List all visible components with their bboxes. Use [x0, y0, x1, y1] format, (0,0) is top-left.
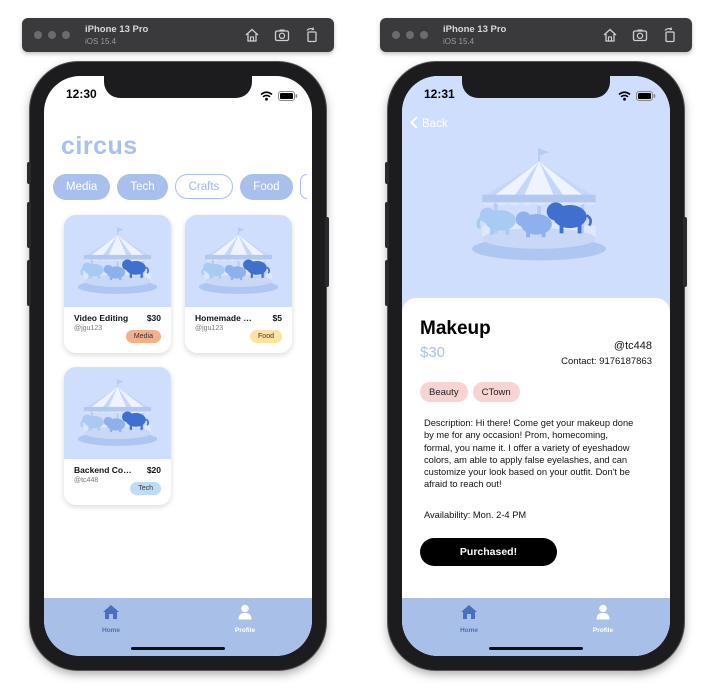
- home-indicator[interactable]: [489, 647, 583, 650]
- listing-title: Video Editing: [74, 313, 129, 323]
- listing-availability: Availability: Mon. 2-4 PM: [424, 510, 527, 520]
- detail-screen: 12:31 Back Makeup $30 @tc448 Contact: 91…: [402, 76, 670, 656]
- listing-tag: Tech: [130, 482, 161, 495]
- home-button-icon[interactable]: [244, 27, 260, 48]
- listing-tag: Media: [125, 330, 161, 343]
- listing-title: Makeup: [420, 318, 491, 339]
- screenshot-icon[interactable]: [632, 27, 648, 48]
- home-button-icon[interactable]: [602, 27, 618, 48]
- back-button[interactable]: Back: [410, 116, 448, 132]
- screenshot-icon[interactable]: [274, 27, 290, 48]
- category-chip-food[interactable]: Food: [240, 174, 293, 200]
- listing-price: $20: [146, 465, 161, 475]
- listing-title: Backend Cours...: [74, 465, 136, 475]
- tab-profile[interactable]: Profile: [215, 604, 275, 634]
- tab-home[interactable]: Home: [81, 604, 141, 634]
- listing-contact: Contact: 9176187863: [561, 356, 652, 367]
- listing-description: Description: Hi there! Come get your mak…: [424, 418, 634, 490]
- tab-home-label: Home: [101, 627, 121, 634]
- status-time: 12:31: [424, 87, 455, 101]
- wifi-icon: [260, 88, 273, 106]
- simulator-toolbar: iPhone 13 Pro iOS 15.4: [380, 18, 692, 52]
- carousel-image: [64, 215, 171, 307]
- listing-price: $30: [420, 344, 446, 361]
- category-chip-more[interactable]: [299, 174, 307, 199]
- house-icon: [102, 605, 120, 624]
- status-bar: 12:31: [402, 84, 670, 104]
- back-label: Back: [422, 118, 448, 130]
- listing-user: @tc448: [74, 477, 99, 484]
- person-icon: [595, 604, 611, 624]
- category-chip-media[interactable]: Media: [53, 174, 111, 200]
- simulator-device-name: iPhone 13 Pro: [443, 24, 507, 35]
- battery-icon: [636, 88, 656, 106]
- app-logo: circus: [61, 132, 138, 160]
- status-bar: 12:30: [44, 84, 312, 104]
- listing-hero-image: [402, 76, 670, 316]
- rotate-icon[interactable]: [304, 27, 320, 48]
- listing-card[interactable]: Backend Cours... $20 @tc448 Tech: [64, 367, 171, 505]
- tab-profile-label: Profile: [592, 627, 614, 634]
- battery-icon: [278, 88, 298, 106]
- listing-card[interactable]: Video Editing $30 @jgu123 Media: [64, 215, 171, 353]
- simulator-os-version: iOS 15.4: [85, 37, 117, 46]
- simulator-os-version: iOS 15.4: [443, 37, 475, 46]
- listing-user[interactable]: @tc448: [614, 340, 652, 352]
- tab-bar: Home Profile: [402, 598, 670, 656]
- tag-beauty: Beauty: [420, 382, 468, 402]
- home-screen: 12:30 circus Media Tech Crafts Food Vide…: [44, 76, 312, 656]
- simulator-toolbar: iPhone 13 Pro iOS 15.4: [22, 18, 334, 52]
- listing-title: Homemade Co...: [195, 313, 257, 323]
- tab-bar: Home Profile: [44, 598, 312, 656]
- status-time: 12:30: [66, 87, 97, 101]
- tab-profile-label: Profile: [234, 627, 256, 634]
- phone-frame: 12:30 circus Media Tech Crafts Food Vide…: [27, 62, 329, 670]
- category-chip-crafts[interactable]: Crafts: [174, 174, 234, 199]
- listing-price: $5: [272, 313, 282, 323]
- simulator-device-name: iPhone 13 Pro: [85, 24, 149, 35]
- window-controls[interactable]: [392, 31, 428, 39]
- category-filter: Media Tech Crafts Food: [53, 174, 307, 202]
- listing-tag: Food: [250, 330, 282, 343]
- house-icon: [460, 605, 478, 624]
- listing-tags: Beauty CTown: [420, 382, 520, 402]
- phone-frame: 12:31 Back Makeup $30 @tc448 Contact: 91…: [385, 62, 687, 670]
- rotate-icon[interactable]: [662, 27, 678, 48]
- carousel-image: [64, 367, 171, 459]
- listing-user: @jgu123: [74, 325, 103, 332]
- listing-user: @jgu123: [195, 325, 224, 332]
- person-icon: [237, 604, 253, 624]
- listing-card[interactable]: Homemade Co... $5 @jgu123 Food: [185, 215, 292, 353]
- listing-price: $30: [146, 313, 161, 323]
- window-controls[interactable]: [34, 31, 70, 39]
- tab-home[interactable]: Home: [439, 604, 499, 634]
- purchased-button[interactable]: Purchased!: [420, 538, 557, 566]
- category-chip-tech[interactable]: Tech: [117, 174, 168, 200]
- tag-ctown: CTown: [472, 382, 520, 402]
- carousel-image: [185, 215, 292, 307]
- home-indicator[interactable]: [131, 647, 225, 650]
- tab-home-label: Home: [459, 627, 479, 634]
- tab-profile[interactable]: Profile: [573, 604, 633, 634]
- chevron-left-icon: [410, 116, 418, 132]
- wifi-icon: [618, 88, 631, 106]
